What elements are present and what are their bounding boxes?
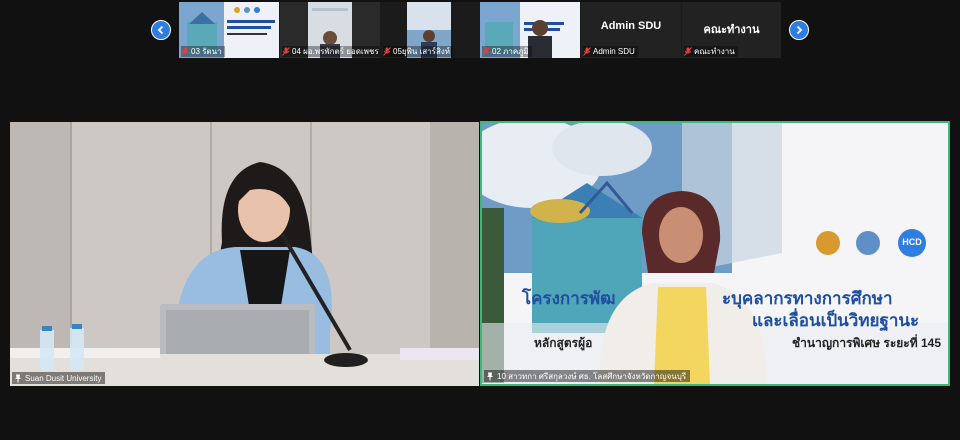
chevron-left-icon [157,25,164,35]
participant-label: 05ยุพิน เสาร์สิงห์ [383,46,454,57]
participant-thumbnail[interactable]: 02 ภาคภูมิ [480,2,580,58]
mic-muted-icon [583,47,591,56]
mic-muted-icon [383,47,391,56]
mic-muted-icon [181,47,189,56]
active-speaker-tile[interactable]: โครงการพัฒ ะบุคลากรทางการศึกษา และเลื่อน… [480,121,950,386]
mic-muted-icon [482,47,490,56]
pin-icon [487,372,493,380]
participant-label: คณะทำงาน [684,46,738,57]
participant-label: 04 ผอ.พรพักตร์ ยอดเพชร [282,46,380,57]
participant-thumbnail[interactable]: Admin SDU Admin SDU [581,2,681,58]
participant-display-name: Admin SDU [600,20,662,32]
participant-label: 03 รัตนา [181,46,225,57]
banner-title-line2: และเลื่อนเป็นวิทยฐานะ [752,311,920,330]
banner-title-left: โครงการพัฒ [522,289,616,308]
participant-strip: 03 รัตนา 04 ผอ.พรพักตร์ ยอดเพชร 05ยุพิน … [179,2,781,58]
participant-label: Admin SDU [583,46,638,57]
participant-thumbnail[interactable]: คณะทำงาน คณะทำงาน [682,2,781,58]
next-page-button[interactable] [789,20,809,40]
mic-muted-icon [684,47,692,56]
previous-page-button[interactable] [151,20,171,40]
banner-subtitle-right: ชำนาญการพิเศษ ระยะที่ 145 [792,336,942,350]
participant-label: 10 สาวทกา ศรีสกุลวงษ์ ศธ. โลสศึกษาจังหวั… [484,370,691,382]
banner-subtitle-left: หลักสูตรผู้อ [534,336,593,350]
participant-label: Suan Dusit University [12,372,106,384]
video-conference-window: 03 รัตนา 04 ผอ.พรพักตร์ ยอดเพชร 05ยุพิน … [0,0,960,440]
participant-video-tile[interactable]: Suan Dusit University [10,122,479,386]
chevron-right-icon [796,25,803,35]
mic-muted-icon [282,47,290,56]
participant-label: 02 ภาคภูมิ [482,46,532,57]
participant-display-name: คณะทำงาน [703,24,760,36]
participant-thumbnail[interactable]: 04 ผอ.พรพักตร์ ยอดเพชร [280,2,380,58]
participant-video [10,122,479,386]
hcd-logo: HCD [902,237,922,247]
participant-thumbnail[interactable]: 05ยุพิน เสาร์สิงห์ [381,2,479,58]
participant-thumbnail[interactable]: 03 รัตนา [179,2,279,58]
pin-icon [15,374,21,382]
